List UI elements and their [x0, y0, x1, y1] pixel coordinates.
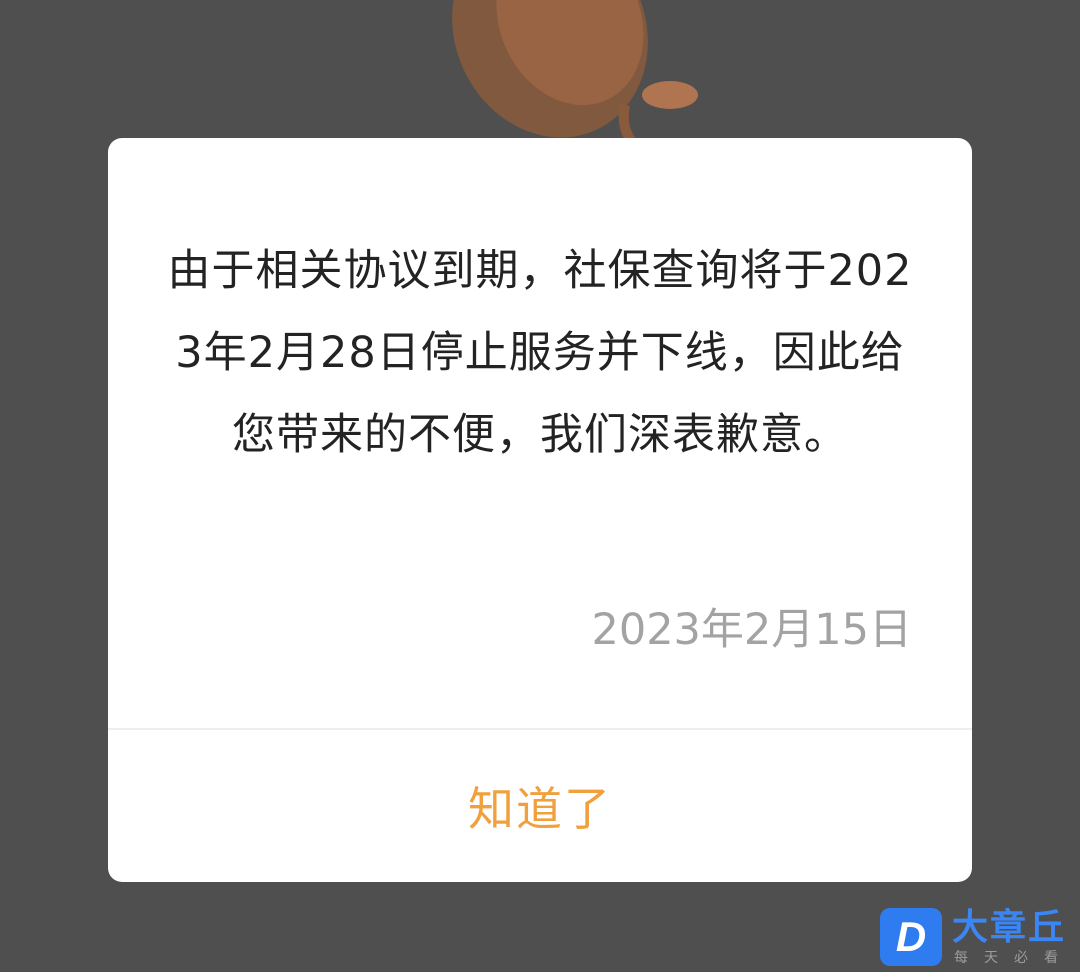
screen: 由于相关协议到期，社保查询将于2023年2月28日停止服务并下线，因此给您带来的… — [0, 0, 1080, 972]
watermark-title: 大章丘 — [952, 907, 1067, 948]
watermark-logo: D 大章丘 每天必看 — [876, 906, 1080, 972]
notice-date: 2023年2月15日 — [591, 605, 912, 655]
got-it-button[interactable]: 知道了 — [108, 730, 972, 882]
notice-message: 由于相关协议到期，社保查询将于2023年2月28日停止服务并下线，因此给您带来的… — [167, 246, 913, 460]
orange-dish-illustration — [452, 0, 698, 149]
watermark-subtitle: 每天必看 — [954, 950, 1074, 966]
notice-dialog: 由于相关协议到期，社保查询将于2023年2月28日停止服务并下线，因此给您带来的… — [108, 138, 972, 882]
watermark-badge: D — [880, 908, 942, 966]
dialog-body: 由于相关协议到期，社保查询将于2023年2月28日停止服务并下线，因此给您带来的… — [108, 138, 972, 728]
